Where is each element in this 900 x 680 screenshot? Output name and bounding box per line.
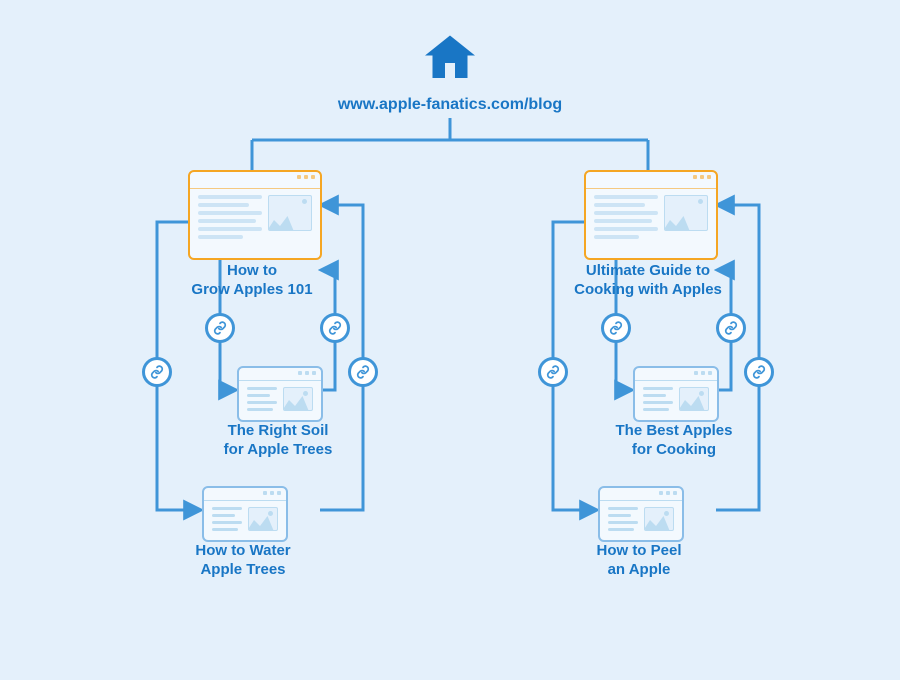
- link-icon: [716, 313, 746, 343]
- child-page-left-2: [202, 486, 288, 542]
- link-icon: [348, 357, 378, 387]
- pillar-page-right: [584, 170, 718, 260]
- child-title-left-1: The Right Soilfor Apple Trees: [178, 422, 378, 460]
- child-page-right-2: [598, 486, 684, 542]
- diagram-canvas: www.apple-fanatics.com/blog How toGrow A…: [0, 0, 900, 680]
- link-icon: [744, 357, 774, 387]
- child-title-right-1: The Best Applesfor Cooking: [574, 422, 774, 460]
- link-icon: [205, 313, 235, 343]
- pillar-title-left: How toGrow Apples 101: [152, 262, 352, 300]
- link-icon: [320, 313, 350, 343]
- link-icon: [538, 357, 568, 387]
- pillar-page-left: [188, 170, 322, 260]
- child-page-right-1: [633, 366, 719, 422]
- pillar-title-right: Ultimate Guide toCooking with Apples: [548, 262, 748, 300]
- child-page-left-1: [237, 366, 323, 422]
- link-icon: [601, 313, 631, 343]
- link-icon: [142, 357, 172, 387]
- home-icon: [420, 28, 480, 88]
- root-url: www.apple-fanatics.com/blog: [0, 96, 900, 114]
- child-title-right-2: How to Peelan Apple: [539, 542, 739, 580]
- child-title-left-2: How to WaterApple Trees: [143, 542, 343, 580]
